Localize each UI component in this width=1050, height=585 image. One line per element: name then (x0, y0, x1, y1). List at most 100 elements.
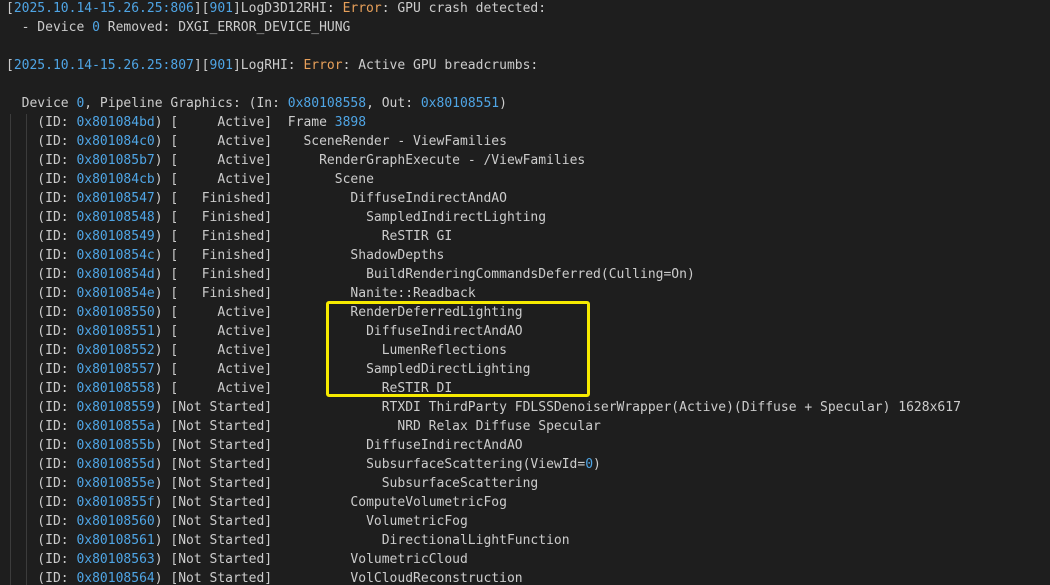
breadcrumb-status: [Not Started] (170, 400, 273, 415)
log-number: 901 (209, 58, 233, 73)
breadcrumb-indent (272, 134, 303, 149)
id-label: (ID: (6, 343, 77, 358)
log-number: 2025.10.14-15.26.25:806 (13, 1, 194, 16)
breadcrumb-indent (272, 210, 366, 225)
breadcrumb-status: [ Active] (170, 343, 273, 358)
breadcrumb-name: NRD Relax Diffuse Specular (397, 419, 601, 434)
id-label: (ID: (6, 115, 77, 130)
breadcrumb-indent (272, 495, 350, 510)
breadcrumb-name: VolumetricCloud (350, 552, 468, 567)
breadcrumb-indent (272, 457, 366, 472)
breadcrumb-name: SubsurfaceScattering(ViewId=0) (366, 457, 601, 472)
breadcrumb-indent (272, 115, 288, 130)
id-label: ) (154, 210, 171, 225)
id-label: ) (154, 153, 171, 168)
breadcrumb-name-part: SubsurfaceScattering(ViewId= (366, 457, 586, 472)
log-number: 0 (92, 20, 100, 35)
breadcrumb-indent (272, 286, 350, 301)
breadcrumb-row: (ID: 0x80108563) [Not Started] Volumetri… (6, 550, 468, 569)
breadcrumb-row: (ID: 0x80108561) [Not Started] Direction… (6, 531, 569, 550)
breadcrumb-name: Frame 3898 (288, 115, 366, 130)
id-label: (ID: (6, 476, 77, 491)
breadcrumb-name: ShadowDepths (350, 248, 445, 263)
breadcrumb-row: (ID: 0x8010855b) [Not Started] DiffuseIn… (6, 436, 523, 455)
log-text: : GPU crash detected: (381, 1, 547, 16)
breadcrumb-id: 0x80108549 (76, 229, 155, 244)
breadcrumb-name: Scene (334, 172, 374, 187)
breadcrumb-id: 0x8010854c (76, 248, 155, 263)
log-text: ][ (193, 58, 210, 73)
log-number: 0x80108551 (420, 96, 500, 111)
breadcrumb-indent (272, 533, 382, 548)
id-label: ) (154, 286, 171, 301)
log-header-line: [2025.10.14-15.26.25:806][901]LogD3D12RH… (6, 0, 546, 18)
breadcrumb-name: DiffuseIndirectAndAO (366, 438, 523, 453)
breadcrumb-indent (272, 248, 350, 263)
breadcrumb-id: 0x8010855f (76, 495, 155, 510)
log-text: ) (499, 96, 507, 111)
breadcrumb-status: [ Active] (170, 362, 273, 377)
breadcrumb-status: [Not Started] (170, 533, 273, 548)
breadcrumb-id: 0x801084bd (76, 115, 155, 130)
breadcrumb-row: (ID: 0x8010855d) [Not Started] Subsurfac… (6, 455, 601, 474)
breadcrumb-row: (ID: 0x8010855f) [Not Started] ComputeVo… (6, 493, 507, 512)
breadcrumb-status: [ Active] (170, 115, 273, 130)
breadcrumb-status: [Not Started] (170, 438, 273, 453)
breadcrumb-indent (272, 381, 382, 396)
breadcrumb-id: 0x801084cb (76, 172, 155, 187)
breadcrumb-id: 0x80108559 (76, 400, 155, 415)
breadcrumb-name: VolCloudReconstruction (350, 571, 523, 585)
id-label: (ID: (6, 153, 77, 168)
breadcrumb-id: 0x8010854d (76, 267, 155, 282)
log-text: : Active GPU breadcrumbs: (342, 58, 539, 73)
breadcrumb-name: VolumetricFog (366, 514, 468, 529)
id-label: (ID: (6, 210, 77, 225)
log-text: ][ (193, 1, 210, 16)
breadcrumb-row: (ID: 0x80108550) [ Active] RenderDeferre… (6, 303, 522, 322)
id-label: ) (154, 134, 171, 149)
breadcrumb-name: ComputeVolumetricFog (350, 495, 507, 510)
id-label: (ID: (6, 324, 77, 339)
breadcrumb-id: 0x80108563 (76, 552, 155, 567)
breadcrumb-name: SampledIndirectLighting (366, 210, 547, 225)
breadcrumb-id: 0x801085b7 (76, 153, 155, 168)
breadcrumb-id: 0x80108564 (76, 571, 155, 585)
id-label: ) (154, 381, 171, 396)
breadcrumb-indent (272, 229, 382, 244)
breadcrumb-status: [ Active] (170, 153, 273, 168)
log-number: 901 (209, 1, 233, 16)
id-label: (ID: (6, 495, 77, 510)
breadcrumb-status: [Not Started] (170, 457, 273, 472)
id-label: (ID: (6, 286, 77, 301)
id-label: (ID: (6, 267, 77, 282)
breadcrumb-status: [ Finished] (170, 267, 273, 282)
id-label: ) (154, 229, 171, 244)
breadcrumb-row: (ID: 0x80108552) [ Active] LumenReflecti… (6, 341, 507, 360)
breadcrumb-name: DiffuseIndirectAndAO (366, 324, 523, 339)
breadcrumb-row: (ID: 0x80108547) [ Finished] DiffuseIndi… (6, 189, 507, 208)
log-number: 2025.10.14-15.26.25:807 (13, 58, 194, 73)
breadcrumb-status: [Not Started] (170, 552, 273, 567)
console-output[interactable]: [2025.10.14-15.26.25:806][901]LogD3D12RH… (0, 0, 1050, 585)
breadcrumb-row: (ID: 0x80108560) [Not Started] Volumetri… (6, 512, 468, 531)
log-text: ]LogRHI: (232, 58, 304, 73)
breadcrumb-name-number: 0 (585, 457, 594, 472)
breadcrumb-status: [ Finished] (170, 191, 273, 206)
log-header-line: Device 0, Pipeline Graphics: (In: 0x8010… (6, 94, 507, 113)
id-label: (ID: (6, 134, 77, 149)
breadcrumb-row: (ID: 0x801084c0) [ Active] SceneRender -… (6, 132, 507, 151)
log-text: , Out: (366, 96, 421, 111)
breadcrumb-id: 0x80108548 (76, 210, 155, 225)
id-label: ) (154, 495, 171, 510)
breadcrumb-status: [ Active] (170, 172, 273, 187)
breadcrumb-name: ReSTIR DI (381, 381, 453, 396)
breadcrumb-name: SceneRender - ViewFamilies (303, 134, 507, 149)
breadcrumb-id: 0x80108561 (76, 533, 155, 548)
breadcrumb-row: (ID: 0x8010854c) [ Finished] ShadowDepth… (6, 246, 444, 265)
breadcrumb-row: (ID: 0x8010854d) [ Finished] BuildRender… (6, 265, 695, 284)
id-label: ) (154, 419, 171, 434)
id-label: ) (154, 438, 171, 453)
breadcrumb-name: RTXDI ThirdParty FDLSSDenoiserWrapper(Ac… (381, 400, 961, 415)
breadcrumb-name: LumenReflections (381, 343, 507, 358)
breadcrumb-status: [Not Started] (170, 476, 273, 491)
